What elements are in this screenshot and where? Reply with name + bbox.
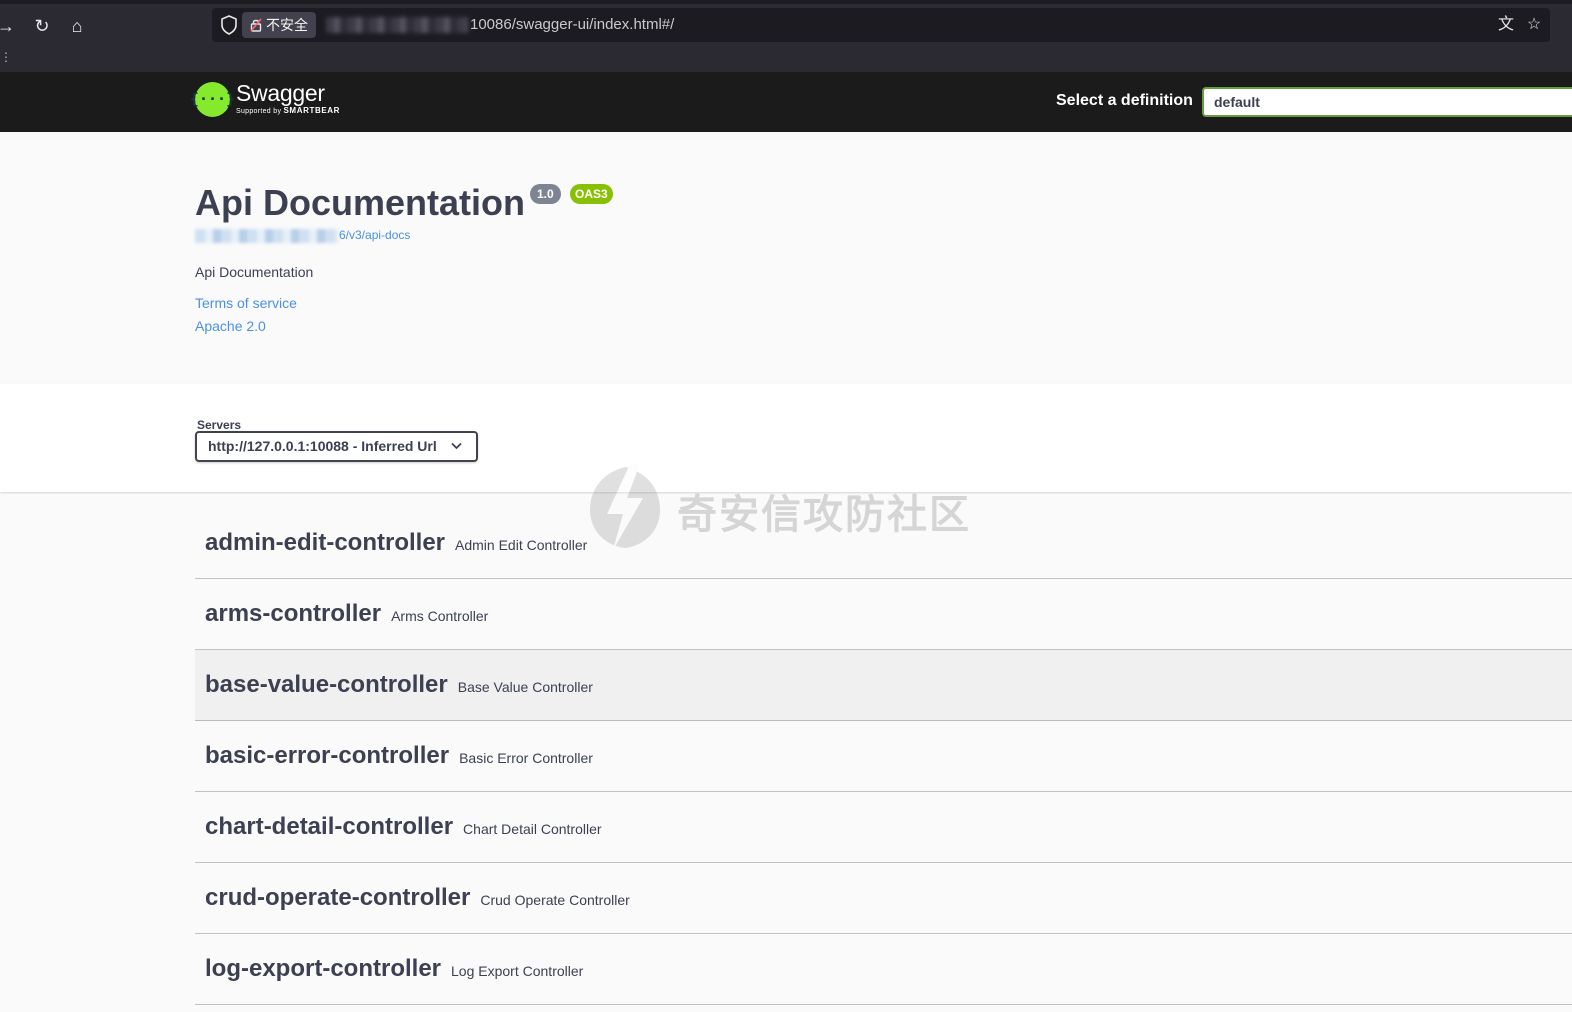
tag-list: admin-edit-controller Admin Edit Control… (195, 508, 1572, 1005)
definition-select[interactable]: default (1202, 87, 1572, 117)
tag-section-crud-operate[interactable]: crud-operate-controller Crud Operate Con… (195, 863, 1572, 934)
tag-description: Admin Edit Controller (455, 537, 588, 553)
lock-warning-icon (250, 18, 262, 32)
swagger-logo-text: Swagger Supported by SMARTBEAR (236, 81, 340, 117)
insecure-badge[interactable]: 不安全 (242, 12, 316, 38)
bookmark-star-icon[interactable]: ☆ (1524, 15, 1544, 35)
chevron-down-icon (451, 433, 462, 460)
forward-icon[interactable]: → (0, 14, 18, 38)
version-badge: 1.0 (530, 184, 561, 204)
bookmarks-bar: ⋮ (0, 46, 1572, 72)
terms-of-service-link[interactable]: Terms of service (195, 295, 297, 311)
address-bar[interactable]: 不安全 10086/swagger-ui/index.html#/ 文 ☆ (212, 8, 1550, 42)
logo-subtitle: Supported by SMARTBEAR (236, 106, 340, 117)
browser-toolbar: → ↻ ⌂ 不安全 10086/swagger-ui/index.html#/ … (0, 0, 1572, 46)
tag-description: Log Export Controller (451, 963, 584, 979)
tag-description: Base Value Controller (457, 679, 593, 695)
logo-title: Swagger (236, 80, 325, 106)
tag-section-admin-edit[interactable]: admin-edit-controller Admin Edit Control… (195, 508, 1572, 579)
tag-description: Basic Error Controller (459, 750, 593, 766)
api-docs-link[interactable]: 6/v3/api-docs (339, 228, 410, 242)
definition-label: Select a definition (1056, 92, 1193, 109)
bookmarks-menu-icon[interactable]: ⋮ (0, 50, 12, 64)
home-icon[interactable]: ⌂ (65, 14, 89, 38)
tag-name[interactable]: log-export-controller (205, 955, 441, 983)
tag-name[interactable]: admin-edit-controller (205, 529, 445, 557)
translate-icon[interactable]: 文 (1496, 15, 1516, 35)
tag-name[interactable]: arms-controller (205, 600, 381, 628)
tag-section-basic-error[interactable]: basic-error-controller Basic Error Contr… (195, 721, 1572, 792)
redacted-doc-host (195, 229, 339, 243)
security-label: 不安全 (266, 17, 308, 33)
redacted-host (326, 17, 468, 33)
info-section: Api Documentation 1.0 OAS3 6/v3/api-docs… (0, 132, 1572, 384)
tag-description: Arms Controller (391, 608, 489, 624)
oas-badge: OAS3 (570, 184, 613, 204)
tag-name[interactable]: crud-operate-controller (205, 884, 470, 912)
tag-name[interactable]: chart-detail-controller (205, 813, 453, 841)
url-text[interactable]: 10086/swagger-ui/index.html#/ (470, 8, 674, 42)
tag-section-chart-detail[interactable]: chart-detail-controller Chart Detail Con… (195, 792, 1572, 863)
tag-description: Crud Operate Controller (480, 892, 630, 908)
shield-icon[interactable] (220, 15, 238, 35)
servers-label: Servers (197, 418, 242, 432)
tag-section-base-value[interactable]: base-value-controller Base Value Control… (195, 650, 1572, 721)
swagger-logo[interactable]: {···} Swagger Supported by SMARTBEAR (190, 81, 340, 117)
license-link[interactable]: Apache 2.0 (195, 318, 266, 334)
swagger-topbar: {···} Swagger Supported by SMARTBEAR Sel… (0, 72, 1572, 132)
tag-description: Chart Detail Controller (463, 821, 602, 837)
logo-sub-prefix: Supported by (236, 108, 282, 115)
servers-select[interactable]: http://127.0.0.1:10088 - Inferred Url (195, 431, 478, 462)
tag-section-log-export[interactable]: log-export-controller Log Export Control… (195, 934, 1572, 1005)
reload-icon[interactable]: ↻ (30, 14, 54, 38)
logo-sub-brand: SMARTBEAR (283, 106, 341, 115)
tag-name[interactable]: basic-error-controller (205, 742, 449, 770)
servers-section: Servers http://127.0.0.1:10088 - Inferre… (0, 384, 1572, 492)
tag-section-arms[interactable]: arms-controller Arms Controller (195, 579, 1572, 650)
servers-selected-value: http://127.0.0.1:10088 - Inferred Url (208, 438, 437, 454)
tag-name[interactable]: base-value-controller (205, 671, 448, 699)
api-description: Api Documentation (195, 264, 314, 280)
page-title: Api Documentation (195, 182, 525, 223)
swagger-logo-icon: {···} (190, 81, 235, 117)
